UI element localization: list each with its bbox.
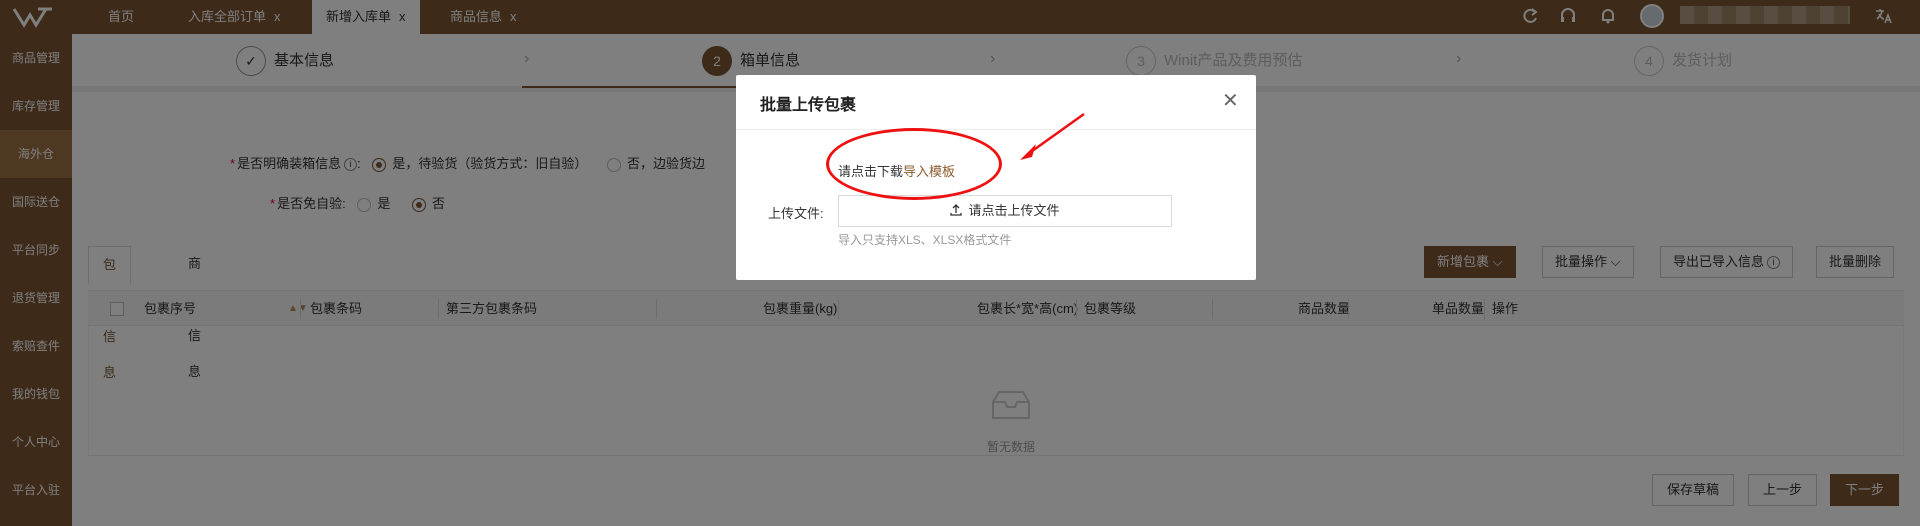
- upload-button-label: 请点击上传文件: [968, 203, 1060, 218]
- annotation-arrow-icon: [1020, 112, 1085, 160]
- upload-icon: [950, 204, 963, 216]
- modal-divider: [736, 129, 1256, 130]
- annotation-ellipse: [826, 128, 1002, 200]
- upload-file-button[interactable]: 请点击上传文件: [838, 195, 1172, 227]
- close-icon[interactable]: ✕: [1222, 91, 1239, 111]
- modal-title: 批量上传包裹: [760, 97, 857, 114]
- batch-upload-modal: 批量上传包裹 ✕ 请点击下载导入模板 上传文件: 请点击上传文件 导入只支持XL…: [736, 75, 1256, 280]
- upload-hint: 导入只支持XLS、XLSX格式文件: [838, 233, 1012, 247]
- upload-label: 上传文件:: [768, 206, 824, 221]
